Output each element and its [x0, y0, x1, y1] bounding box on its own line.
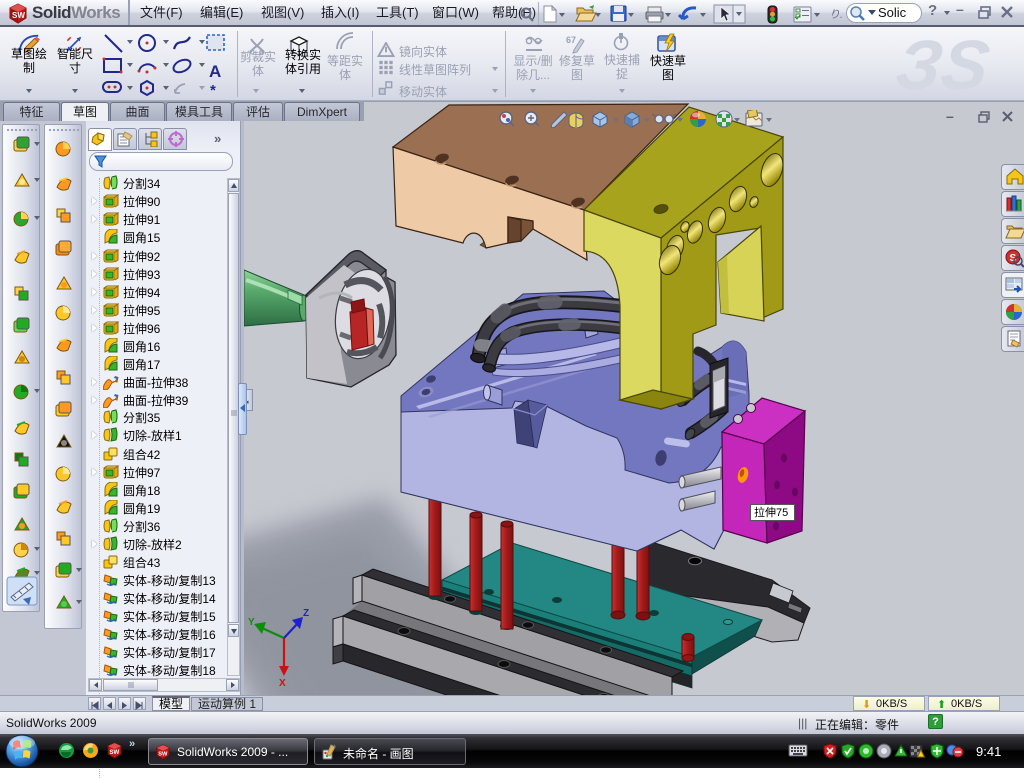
- svg-text:SW: SW: [158, 751, 168, 757]
- svg-text:Z: Z: [303, 608, 309, 619]
- svg-text:X: X: [279, 678, 286, 689]
- svg-text:67: 67: [566, 35, 576, 45]
- svg-text:Y: Y: [248, 617, 255, 628]
- svg-text:*: *: [210, 82, 216, 97]
- svg-text:SW: SW: [12, 11, 25, 20]
- svg-text:り..: り..: [829, 9, 843, 21]
- svg-text:SW: SW: [110, 750, 120, 756]
- svg-text:A: A: [209, 62, 221, 81]
